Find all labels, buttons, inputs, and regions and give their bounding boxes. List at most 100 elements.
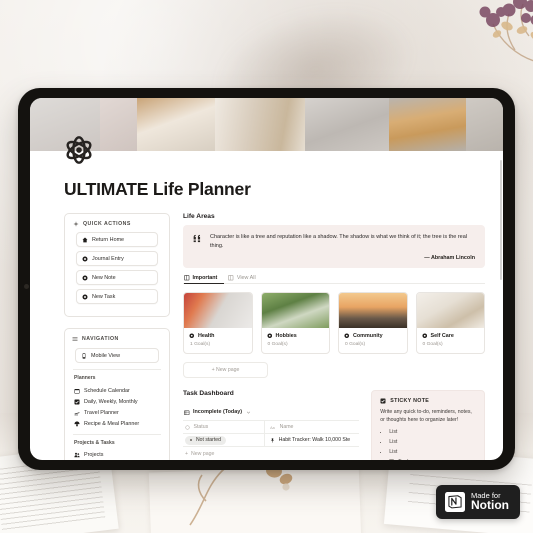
sidebar-item-label: Recipe & Meal Planner	[84, 421, 140, 428]
card-thumbnail	[184, 293, 252, 329]
life-area-card-self-care[interactable]: Self Care 0 Goal(s)	[415, 292, 485, 355]
page-title: ULTIMATE Life Planner	[64, 179, 251, 199]
list-item[interactable]: List	[389, 439, 476, 445]
table-header-row: Status Aa Name	[183, 420, 360, 434]
card-thumbnail	[339, 293, 407, 329]
task-new-page-button[interactable]: + New page	[183, 446, 360, 460]
sticky-note-list: List List List	[389, 429, 476, 455]
quote-author: — Abraham Lincoln	[424, 255, 475, 262]
bullet-icon	[190, 439, 192, 442]
atom-icon[interactable]	[64, 135, 94, 165]
card-name-row: Health	[189, 333, 247, 339]
quick-action-return-home[interactable]: Return Home	[76, 232, 158, 247]
navigation-header: NAVIGATION	[71, 336, 163, 342]
task-table: Status Aa Name Not started Habit Tracker…	[183, 420, 360, 460]
sticky-note-body[interactable]: Write any quick to-do, reminders, notes,…	[380, 408, 476, 425]
plus-icon: +	[185, 450, 189, 457]
card-goal-count: 0 Goal(s)	[267, 342, 288, 348]
life-area-cards: Health 1 Goal(s) Hobbies 0 Goal(s) Commu…	[183, 292, 485, 355]
pin-icon	[271, 438, 274, 443]
sticky-note-callout: STICKY NOTE Write any quick to-do, remin…	[371, 390, 485, 460]
gear-icon	[344, 333, 350, 338]
sidebar-item-label: Daily, Weekly, Monthly	[84, 398, 138, 405]
column-header-name: Name	[279, 424, 294, 431]
nav-group-projects-tasks-title: Projects & Tasks	[74, 439, 115, 446]
life-areas-tabs: Important View All	[184, 275, 485, 284]
main-content-column: Life Areas Character is like a tree and …	[183, 213, 485, 460]
gear-icon	[266, 333, 272, 338]
tablet-device: ULTIMATE Life Planner QUICK ACTIONS Retu…	[18, 88, 515, 470]
quick-action-journal-entry[interactable]: Journal Entry	[76, 251, 158, 266]
quick-actions-header: QUICK ACTIONS	[72, 221, 162, 227]
quick-action-label: New Task	[92, 293, 116, 300]
checkbox-icon	[74, 399, 80, 405]
svg-text:Aa: Aa	[270, 426, 276, 430]
page-cover-image	[30, 98, 503, 151]
quote-callout: Character is like a tree and reputation …	[183, 225, 485, 269]
tab-label: View All	[236, 275, 256, 282]
sidebar-item-projects[interactable]: Projects	[71, 450, 163, 460]
task-view-label: Incomplete (Today)	[193, 409, 243, 416]
quick-action-label: Journal Entry	[92, 255, 124, 262]
card-goal-count: 0 Goal(s)	[345, 342, 366, 348]
column-header-status: Status	[193, 424, 209, 431]
divider	[73, 369, 161, 370]
card-name-row: Self Care	[421, 332, 480, 339]
sidebar-item-recipe-meal-planner[interactable]: Recipe & Meal Planner	[71, 419, 163, 430]
status-badge: Not started	[185, 435, 226, 446]
page-columns: QUICK ACTIONS Return Home Journal Entry …	[64, 213, 485, 460]
sticky-note-todo[interactable]: To-do	[389, 459, 476, 460]
scene: ULTIMATE Life Planner QUICK ACTIONS Retu…	[0, 0, 533, 533]
made-for-notion-badge: Made for Notion	[436, 484, 520, 519]
card-title: Hobbies	[275, 332, 297, 339]
life-areas-new-page-button[interactable]: + New page	[183, 362, 268, 379]
people-icon	[74, 453, 80, 458]
life-area-card-health[interactable]: Health 1 Goal(s)	[183, 292, 253, 355]
sticky-note-column: STICKY NOTE Write any quick to-do, remin…	[371, 390, 485, 460]
card-goal-count: 1 Goal(s)	[190, 342, 211, 348]
sidebar-column: QUICK ACTIONS Return Home Journal Entry …	[64, 213, 170, 460]
notion-page: ULTIMATE Life Planner QUICK ACTIONS Retu…	[30, 136, 503, 460]
life-area-card-community[interactable]: Community 0 Goal(s)	[338, 292, 408, 355]
task-dashboard-title: Task Dashboard	[183, 390, 234, 398]
nav-group-planners-title: Planners	[74, 375, 96, 381]
card-thumbnail	[261, 293, 329, 329]
gear-icon	[82, 294, 88, 299]
sidebar-item-label: Mobile View	[91, 352, 120, 359]
card-title: Community	[353, 332, 383, 339]
tab-view-all[interactable]: View All	[228, 275, 256, 284]
phone-icon	[82, 352, 86, 359]
grid-icon	[184, 275, 190, 281]
list-item[interactable]: List	[389, 449, 476, 455]
quick-action-label: New Note	[92, 274, 116, 281]
mushroom-icon	[74, 421, 80, 427]
life-area-card-hobbies[interactable]: Hobbies 0 Goal(s)	[260, 292, 330, 355]
grid-icon	[228, 275, 234, 281]
sidebar-item-label: Projects	[84, 452, 104, 459]
badge-line-2: Notion	[471, 498, 509, 513]
quote-text: Character is like a tree and reputation …	[210, 234, 468, 250]
card-title: Self Care	[430, 332, 454, 339]
table-row[interactable]: Not started Habit Tracker: Walk 10,000 S…	[183, 433, 360, 447]
circle-icon	[185, 425, 190, 430]
tablet-screen: ULTIMATE Life Planner QUICK ACTIONS Retu…	[30, 98, 503, 460]
gear-icon	[421, 333, 427, 338]
quick-action-new-task[interactable]: New Task	[76, 289, 158, 304]
checkbox-empty-icon[interactable]	[389, 459, 395, 460]
card-title: Health	[198, 332, 215, 339]
tab-important[interactable]: Important	[184, 275, 217, 284]
list-item[interactable]: List	[389, 429, 476, 435]
quick-actions-title: QUICK ACTIONS	[83, 221, 131, 227]
life-areas-section-title: Life Areas	[183, 213, 215, 220]
chevron-down-icon	[246, 411, 250, 414]
sidebar-item-mobile-view[interactable]: Mobile View	[75, 348, 159, 363]
task-view-selector[interactable]: Incomplete (Today)	[184, 409, 251, 415]
sidebar-item-travel-planner[interactable]: Travel Planner	[71, 407, 163, 418]
sidebar-item-schedule-calendar[interactable]: Schedule Calendar	[71, 385, 163, 396]
sidebar-item-daily-weekly-monthly[interactable]: Daily, Weekly, Monthly	[71, 396, 163, 407]
sidebar-item-label: Schedule Calendar	[84, 387, 130, 394]
quick-action-new-note[interactable]: New Note	[76, 270, 158, 285]
gear-icon	[189, 333, 195, 338]
text-aa-icon: Aa	[270, 426, 276, 430]
divider	[73, 433, 161, 435]
